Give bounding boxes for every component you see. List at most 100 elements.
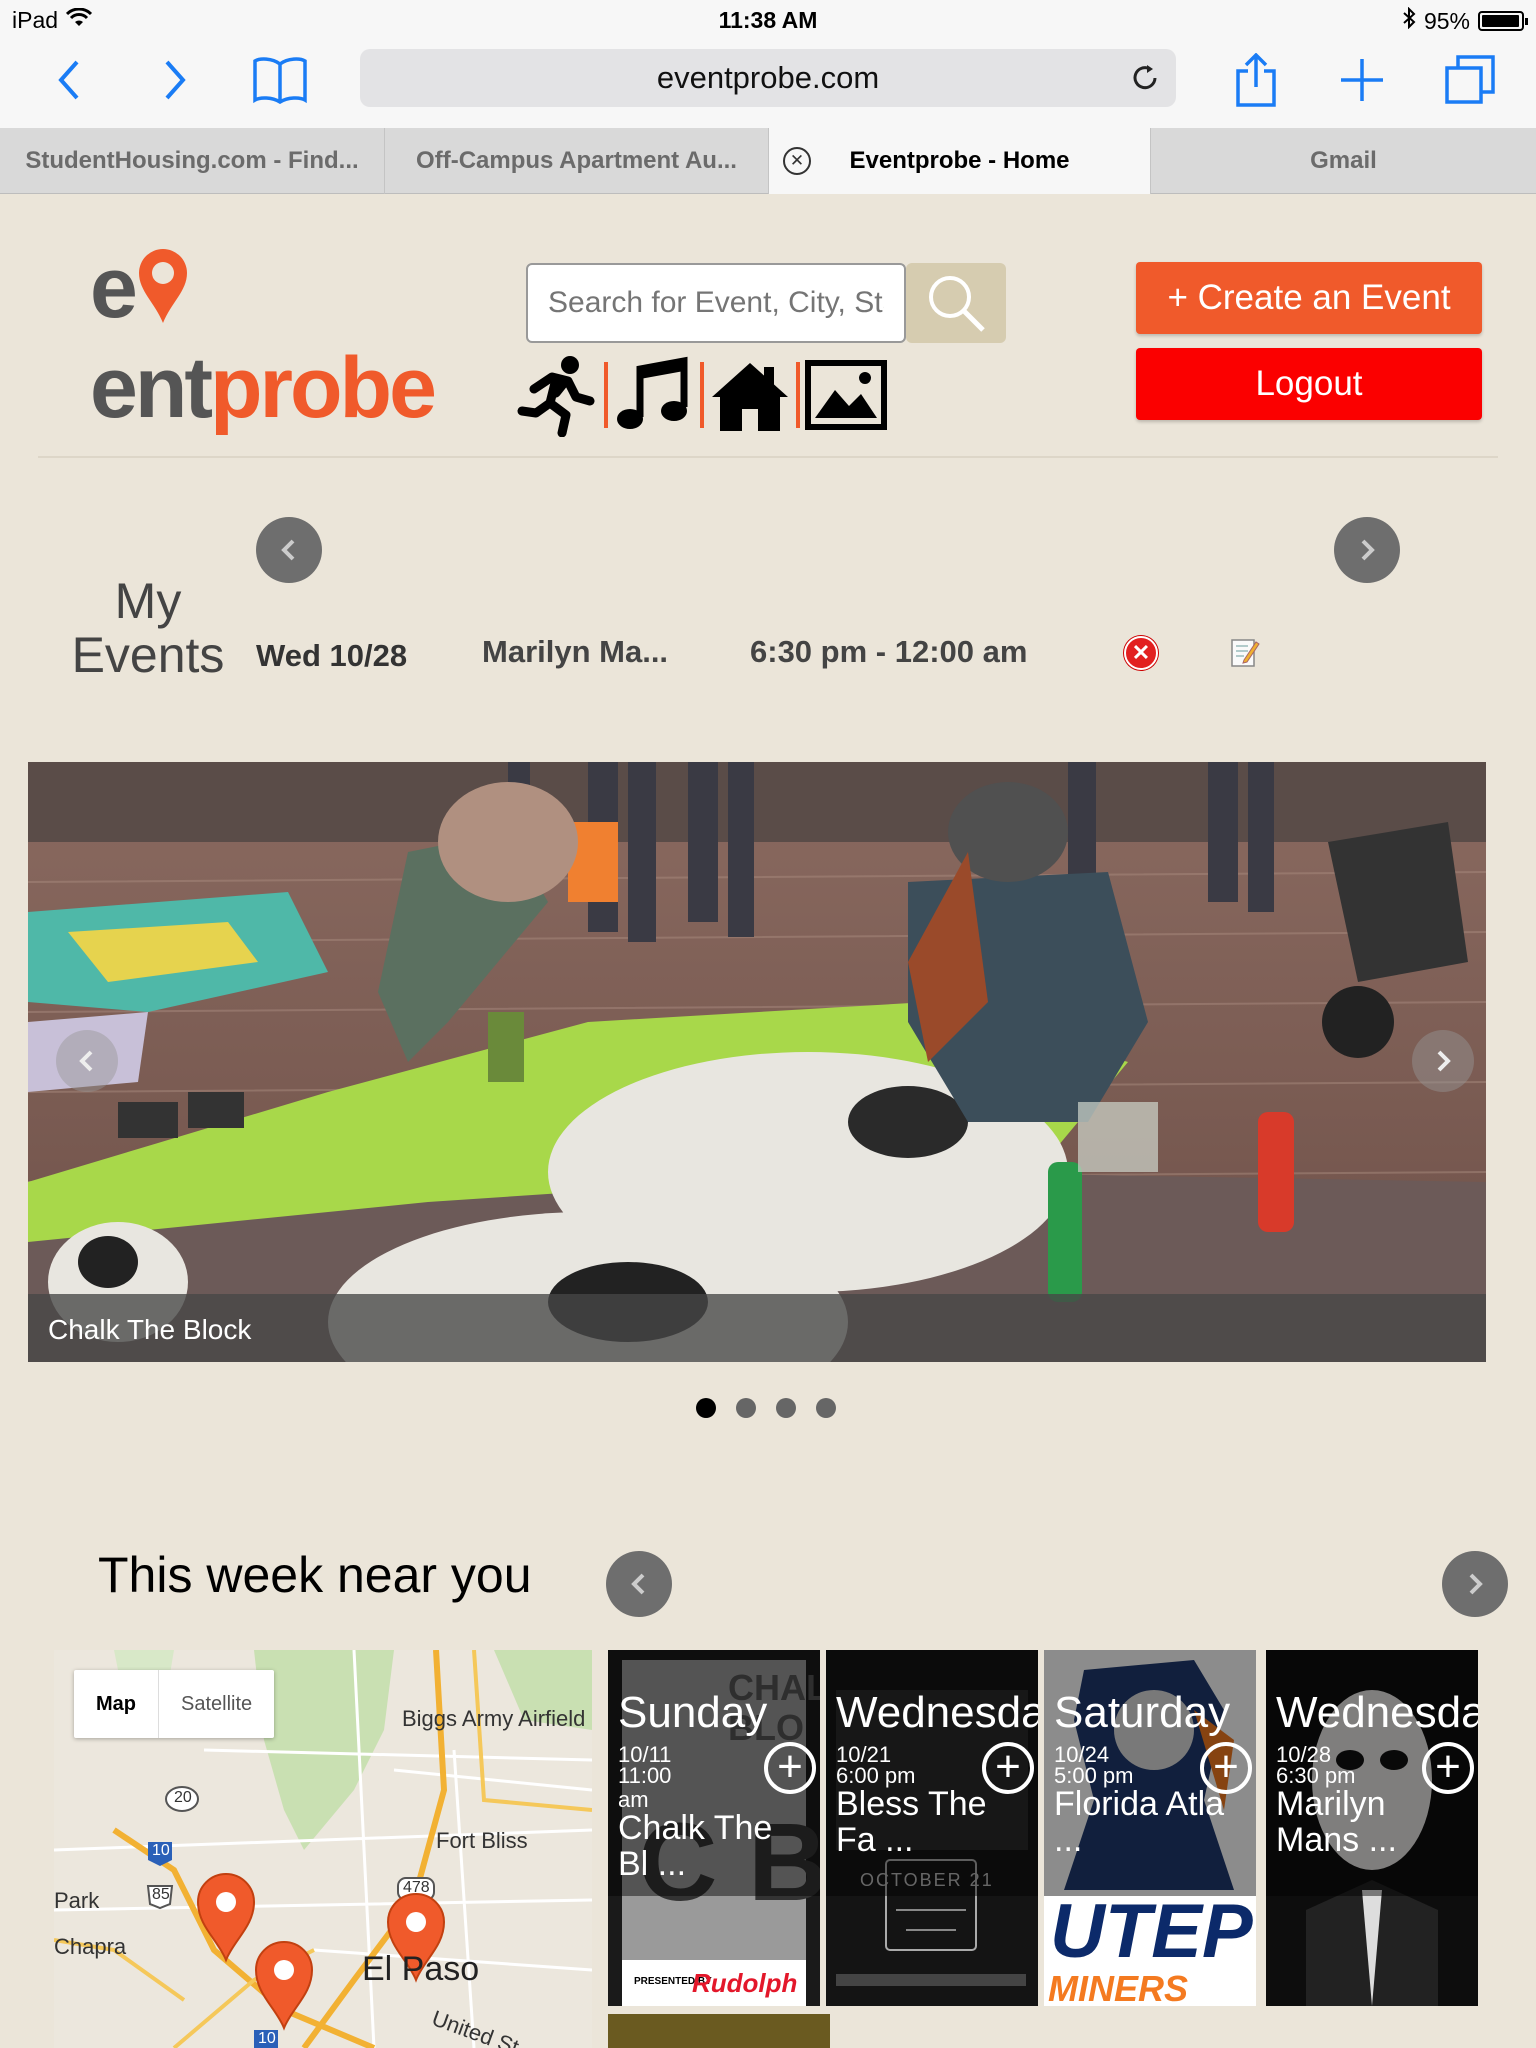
art-icon[interactable] <box>800 352 892 438</box>
carousel-dot[interactable] <box>816 1398 836 1418</box>
search-input[interactable] <box>526 263 906 343</box>
featured-event-image <box>28 762 1486 1362</box>
week-events-list: CHALK BLO C B PRESENTED BY Rudolph Sunda… <box>608 1650 1488 2006</box>
my-event-name[interactable]: Marilyn Ma... <box>482 634 668 670</box>
search-icon <box>929 276 985 332</box>
my-events-prev-button[interactable] <box>256 517 322 583</box>
logo-text-ent: ent <box>90 340 213 436</box>
my-event-time: 6:30 pm - 12:00 am <box>750 634 1028 669</box>
logo-text-e: e <box>90 240 138 336</box>
tab-off-campus[interactable]: Off-Campus Apartment Au... <box>385 128 769 194</box>
event-day: Wednesday <box>1276 1688 1478 1737</box>
this-week-title: This week near you <box>98 1547 532 1603</box>
tab-label: Gmail <box>1310 147 1377 174</box>
forward-icon[interactable] <box>144 50 204 110</box>
chevron-right-icon <box>1437 1050 1451 1072</box>
delete-event-icon[interactable]: ✕ <box>1124 636 1158 670</box>
map-label-chapra: Chapra <box>54 1934 127 1959</box>
add-event-icon[interactable]: + <box>1200 1742 1252 1794</box>
event-day: Saturday <box>1054 1688 1231 1737</box>
tab-studenthousing[interactable]: StudentHousing.com - Find... <box>0 128 385 194</box>
event-card[interactable]: UTEP MINERS Saturday 10/24 5:00 pm Flori… <box>1044 1650 1256 2006</box>
event-title[interactable]: Florida Atla ... <box>1054 1786 1244 1858</box>
carousel-caption[interactable]: Chalk The Block <box>48 1314 251 1346</box>
map-route-478: 478 <box>403 1879 430 1896</box>
tab-label: Eventprobe - Home <box>849 147 1070 174</box>
event-title[interactable]: Chalk The Bl ... <box>618 1810 808 1882</box>
map-toggle-satellite[interactable]: Satellite <box>159 1670 274 1738</box>
url-text: eventprobe.com <box>656 60 880 95</box>
tab-gmail[interactable]: Gmail <box>1151 128 1536 194</box>
add-event-icon[interactable]: + <box>764 1742 816 1794</box>
event-card[interactable]: CHALK BLO C B PRESENTED BY Rudolph Sunda… <box>608 1650 820 2006</box>
chalk-sponsor-text: Rudolph <box>692 1968 798 1998</box>
carousel-dot[interactable] <box>736 1398 756 1418</box>
map-label-park: Park <box>54 1888 100 1913</box>
carousel-prev-button[interactable] <box>56 1030 118 1092</box>
tabs-overview-icon[interactable] <box>1440 50 1500 110</box>
tab-label: Off-Campus Apartment Au... <box>416 147 737 174</box>
this-week-prev-button[interactable] <box>606 1551 672 1617</box>
map-label-fort-bliss: Fort Bliss <box>436 1828 528 1853</box>
event-day: Wednesday <box>836 1688 1038 1737</box>
events-map[interactable]: Map Satellite Biggs Army Airfield Fort B… <box>54 1650 592 2048</box>
tab-strip: StudentHousing.com - Find... Off-Campus … <box>0 128 1536 194</box>
map-label-el-paso: El Paso <box>362 1950 480 1988</box>
my-events-title: My Events <box>71 573 225 683</box>
clock: 11:38 AM <box>718 7 818 33</box>
map-route-20: 20 <box>174 1789 192 1806</box>
utep-text: UTEP <box>1050 1889 1253 1974</box>
map-route-10: 10 <box>152 1842 170 1859</box>
create-event-button[interactable]: + Create an Event <box>1136 262 1482 334</box>
chevron-right-icon <box>1469 1573 1483 1595</box>
map-label-biggs: Biggs Army Airfield <box>402 1706 586 1731</box>
close-tab-icon[interactable]: ✕ <box>783 147 811 175</box>
chevron-left-icon <box>79 1050 93 1072</box>
battery-icon <box>1478 11 1528 31</box>
map-route-85: 85 <box>152 1886 170 1903</box>
logo-text-probe: probe <box>210 340 437 436</box>
carousel-indicators <box>696 1398 836 1418</box>
bookmarks-icon[interactable] <box>250 50 310 110</box>
eventprobe-logo[interactable]: eentprobe <box>90 238 510 436</box>
back-icon[interactable] <box>40 50 100 110</box>
share-icon[interactable] <box>1226 50 1286 110</box>
map-type-toggle: Map Satellite <box>74 1670 275 1738</box>
map-route-10b: 10 <box>258 2030 276 2047</box>
map-toggle-map[interactable]: Map <box>74 1670 159 1738</box>
edit-event-icon[interactable] <box>1230 636 1260 668</box>
browser-toolbar: eventprobe.com <box>0 40 1536 128</box>
miners-text: MINERS <box>1048 1968 1189 2006</box>
reload-icon[interactable] <box>1128 61 1162 95</box>
event-card[interactable]: OCTOBER 21 Wednesday 10/21 6:00 pm Bless… <box>826 1650 1038 2006</box>
add-event-icon[interactable]: + <box>982 1742 1034 1794</box>
next-card-peek[interactable] <box>608 2014 830 2048</box>
my-events-next-button[interactable] <box>1334 517 1400 583</box>
address-bar[interactable]: eventprobe.com <box>360 49 1176 107</box>
battery-percent: 95% <box>1423 7 1470 34</box>
event-title[interactable]: Bless The Fa ... <box>836 1786 1026 1858</box>
event-card[interactable]: Wednesday 10/28 6:30 pm Marilyn Mans ...… <box>1266 1650 1478 2006</box>
this-week-next-button[interactable] <box>1442 1551 1508 1617</box>
carousel-dot[interactable] <box>776 1398 796 1418</box>
event-title[interactable]: Marilyn Mans ... <box>1276 1786 1466 1858</box>
tab-label: StudentHousing.com - Find... <box>25 147 359 174</box>
music-icon[interactable] <box>608 352 700 438</box>
logo-pin-icon <box>135 245 191 325</box>
add-event-icon[interactable]: + <box>1422 1742 1474 1794</box>
home-icon[interactable] <box>704 352 796 438</box>
chevron-left-icon <box>631 1573 645 1595</box>
event-time: 11:00 am <box>618 1763 672 1812</box>
chevron-left-icon <box>281 539 295 561</box>
carousel-next-button[interactable] <box>1412 1030 1474 1092</box>
new-tab-icon[interactable] <box>1332 50 1392 110</box>
tab-eventprobe[interactable]: ✕ Eventprobe - Home <box>769 128 1151 194</box>
search-button[interactable] <box>906 263 1006 343</box>
featured-carousel[interactable]: Chalk The Block <box>28 762 1486 1362</box>
sports-icon[interactable] <box>512 352 604 438</box>
bluetooth-icon <box>1402 6 1416 35</box>
event-day: Sunday <box>618 1688 768 1737</box>
logout-button[interactable]: Logout <box>1136 348 1482 420</box>
divider <box>38 456 1498 458</box>
carousel-dot[interactable] <box>696 1398 716 1418</box>
